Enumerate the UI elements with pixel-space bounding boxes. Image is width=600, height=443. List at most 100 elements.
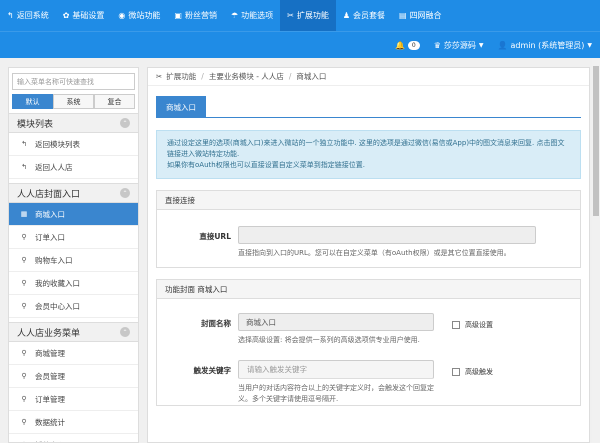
sidebar-menu: 模块列表 ⌃ ↰ 返回模块列表 ↰ 返回人人店人人店封面入口 ⌃ ▦ 商城入口 ⚲ 订单入口 ⚲ 购物车…	[9, 113, 138, 443]
collapse-icon[interactable]: ⌃	[120, 327, 130, 337]
back-icon: ↰	[7, 11, 14, 20]
cover-name-label: 封面名称	[201, 319, 231, 328]
wrench-icon: ✂	[287, 11, 294, 20]
sidebar: 输入菜单名称可快速查找 默认 系统 复合 模块列表 ⌃ ↰ 返回模块列表 ↰ 返回人人店人人店…	[8, 67, 139, 443]
crumb-icon: ✂	[156, 72, 163, 81]
main-panel: ✂ 扩展功能 / 主要业务模块 - 人人店 / 商城入口 商城入口 通过设定这里…	[147, 67, 590, 443]
nav-item[interactable]: ♟ 会员套餐	[336, 0, 392, 31]
sidebar-item-label: 返回人人店	[35, 162, 73, 172]
sidebar-item[interactable]: ⚲ 我的收藏入口	[9, 272, 138, 295]
fusion-icon: ▤	[399, 11, 407, 20]
breadcrumb-item: 商城入口	[296, 72, 327, 81]
sidebar-group-header[interactable]: 模块列表 ⌃	[9, 113, 138, 133]
user-menu[interactable]: 👤 admin (系统管理员) ▼	[498, 40, 592, 51]
sidebar-item[interactable]: ⚲ 数据统计	[9, 411, 138, 434]
keyword-label: 触发关键字	[193, 366, 232, 375]
menu-item-icon: ⚲	[21, 233, 27, 241]
sidebar-item[interactable]: ⚲ 商城管理	[9, 342, 138, 365]
scrollbar-thumb[interactable]	[593, 66, 599, 216]
menu-item-icon: ⚲	[21, 279, 27, 287]
sidebar-item-label: 购物车入口	[35, 255, 73, 265]
umbrella-icon: ☂	[230, 11, 239, 20]
nav-label: 微站功能	[128, 11, 161, 20]
panel-title: 功能封面 商城入口	[157, 280, 580, 299]
sidebar-group-header[interactable]: 人人店业务菜单 ⌃	[9, 322, 138, 342]
nav-label: 四网融合	[409, 11, 442, 20]
nav-item[interactable]: ◉ 微站功能	[111, 0, 167, 31]
menu-search-input[interactable]: 输入菜单名称可快速查找	[12, 73, 135, 90]
menu-item-icon: ⚲	[21, 349, 27, 357]
menu-item-icon: ↰	[21, 163, 27, 171]
menu-item-icon: ⚲	[21, 372, 27, 380]
fans-icon: ▣	[174, 11, 182, 20]
site-switcher[interactable]: ♛ 莎莎源码 ▼	[434, 40, 484, 51]
sidebar-item[interactable]: ⚲ 订单管理	[9, 388, 138, 411]
nav-item[interactable]: ▤ 四网融合	[392, 0, 449, 31]
sidebar-item[interactable]: ▦ 商城入口	[9, 203, 138, 226]
nav-item[interactable]: ↰ 返回系统	[0, 0, 56, 31]
keyword-help: 当用户的对话内容符合以上的关键字定义时，会触发这个回复定义。多个关键字请使用逗号…	[238, 384, 434, 403]
menu-item-icon: ↰	[21, 140, 27, 148]
gear-icon: ✿	[62, 11, 70, 20]
tab-mall-entry[interactable]: 商城入口	[156, 96, 206, 118]
top-navigation: ↰ 返回系统 ✿ 基础设置 ◉ 微站功能 ▣ 粉丝营销 ☂ 功能选项 ✂ 扩展功能 ♟ 会员套餐 ▤ 四网融合	[0, 0, 600, 31]
notification-count: 0	[407, 40, 420, 50]
sidebar-item-label: 返回模块列表	[35, 139, 80, 149]
page-scrollbar[interactable]	[592, 58, 600, 443]
sidebar-item-label: 插件中心	[35, 440, 65, 443]
advanced-trigger-checkbox[interactable]: 高级触发	[452, 360, 493, 379]
user-icon: 👤	[497, 40, 508, 50]
globe-icon: ◉	[118, 11, 126, 20]
sidebar-item[interactable]: ↰ 返回模块列表	[9, 133, 138, 156]
chevron-down-icon: ▼	[587, 41, 592, 49]
sidebar-tab[interactable]: 系统	[53, 94, 94, 109]
sidebar-item-label: 订单管理	[35, 394, 65, 404]
sidebar-tab[interactable]: 复合	[94, 94, 135, 109]
url-label: 直接URL	[199, 232, 231, 241]
sidebar-item[interactable]: ⚲ 购物车入口	[9, 249, 138, 272]
nav-item[interactable]: ☂ 功能选项	[224, 0, 280, 31]
sidebar-item[interactable]: ⚲ 订单入口	[9, 226, 138, 249]
menu-item-icon: ▦	[20, 210, 28, 218]
sidebar-item[interactable]: ⚲插件中心	[9, 434, 138, 443]
nav-label: 会员套餐	[353, 11, 385, 20]
nav-item[interactable]: ✿ 基础设置	[56, 0, 112, 31]
sidebar-tabs: 默认 系统 复合	[12, 94, 135, 109]
breadcrumb-item[interactable]: 扩展功能	[166, 71, 196, 82]
bell-icon: 🔔	[394, 40, 405, 50]
sidebar-item-label: 数据统计	[35, 417, 65, 427]
collapse-icon[interactable]: ⌃	[120, 188, 130, 198]
advanced-settings-checkbox[interactable]: 高级设置	[452, 313, 493, 331]
direct-url-field[interactable]	[238, 226, 536, 244]
direct-link-panel: 直接连接 直接URL 直接指向到入口的URL。您可以在自定义菜单（有oAuth权…	[156, 190, 581, 268]
sidebar-item[interactable]: ⚲ 会员管理	[9, 365, 138, 388]
sidebar-item-label: 会员中心入口	[35, 301, 80, 311]
menu-item-icon: ⚲	[21, 302, 27, 310]
breadcrumb: ✂ 扩展功能 / 主要业务模块 - 人人店 / 商城入口	[148, 68, 589, 86]
chevron-down-icon: ▼	[478, 41, 484, 49]
sidebar-group-header[interactable]: 人人店封面入口 ⌃	[9, 183, 138, 203]
nav-label: 扩展功能	[296, 11, 329, 20]
sidebar-item-label: 商城入口	[35, 209, 65, 219]
collapse-icon[interactable]: ⌃	[120, 118, 130, 128]
notification-button[interactable]: 🔔 0	[394, 40, 420, 50]
site-name: 莎莎源码	[443, 40, 476, 50]
users-icon: ♟	[342, 11, 350, 20]
sidebar-tab[interactable]: 默认	[12, 94, 53, 109]
nav-item[interactable]: ▣ 粉丝营销	[167, 0, 224, 31]
info-notice: 通过设定这里的选项(商城入口)来进入微站的一个独立功能中. 这里的选项是通过微信…	[156, 130, 581, 179]
menu-item-icon: ⚲	[21, 256, 27, 264]
sidebar-item[interactable]: ↰ 返回人人店	[9, 156, 138, 179]
breadcrumb-item[interactable]: 主要业务模块 - 人人店	[209, 71, 284, 82]
nav-item[interactable]: ✂ 扩展功能	[280, 0, 336, 31]
cover-name-input[interactable]: 商城入口	[238, 313, 434, 331]
sidebar-item-label: 我的收藏入口	[35, 278, 80, 288]
nav-label: 返回系统	[16, 11, 49, 20]
sidebar-item[interactable]: ⚲ 会员中心入口	[9, 295, 138, 318]
panel-title: 直接连接	[157, 191, 580, 210]
keyword-input[interactable]: 请输入触发关键字	[238, 360, 434, 379]
sidebar-item-label: 订单入口	[35, 232, 65, 242]
nav-label: 基础设置	[72, 11, 105, 20]
sidebar-item-label: 商城管理	[35, 348, 65, 358]
menu-item-icon: ⚲	[21, 418, 27, 426]
